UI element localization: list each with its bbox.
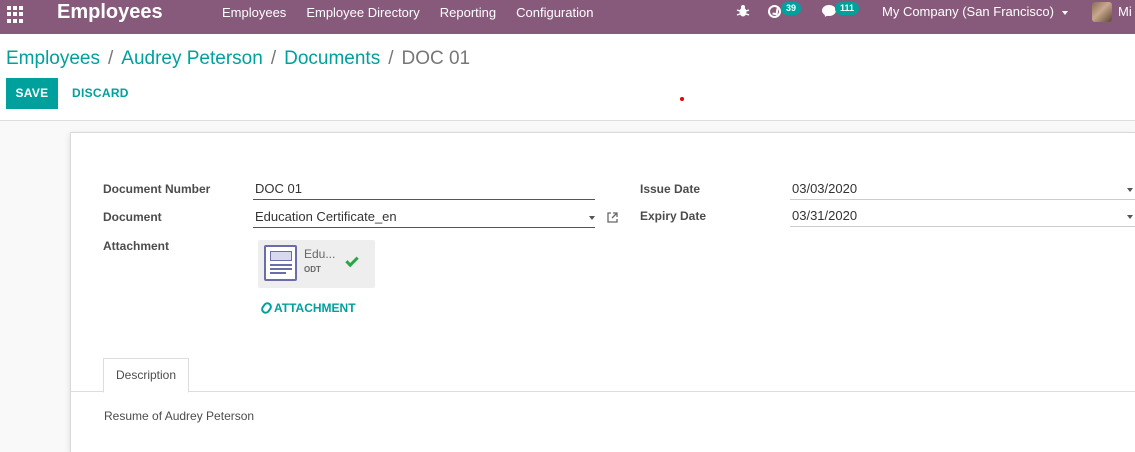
red-dot-marker — [680, 97, 684, 101]
expiry-date-input[interactable]: 03/31/2020 — [790, 205, 1135, 227]
control-panel: Employees / Audrey Peterson / Documents … — [0, 34, 1135, 121]
tab-description[interactable]: Description — [103, 358, 190, 393]
chat-icon[interactable] — [822, 5, 836, 16]
apps-grid-icon[interactable] — [7, 6, 24, 23]
message-count-badge: 111 — [835, 2, 860, 15]
user-name[interactable]: Mi — [1118, 0, 1132, 24]
activity-count-badge: 39 — [781, 2, 802, 15]
breadcrumb-documents[interactable]: Documents — [284, 47, 380, 71]
attachment-card[interactable]: Edu... ODT — [258, 240, 375, 288]
chevron-down-icon — [1061, 10, 1068, 15]
expiry-date-label: Expiry Date — [640, 209, 707, 223]
breadcrumb-separator: / — [388, 48, 394, 69]
issue-date-input[interactable]: 03/03/2020 — [790, 178, 1135, 200]
description-content[interactable]: Resume of Audrey Peterson — [104, 409, 254, 423]
notebook-tabs: Description — [71, 357, 1135, 393]
document-select[interactable]: Education Certificate_en — [253, 206, 595, 228]
breadcrumb: Employees / Audrey Peterson / Documents … — [6, 47, 470, 71]
app-title[interactable]: Employees — [57, 0, 163, 24]
menu-item-configuration[interactable]: Configuration — [506, 5, 603, 20]
attachment-extension: ODT — [304, 265, 321, 274]
check-icon — [345, 253, 359, 268]
document-number-label: Document Number — [103, 182, 211, 196]
menu-item-employees[interactable]: Employees — [212, 5, 296, 20]
breadcrumb-separator: / — [270, 48, 277, 69]
chevron-down-icon[interactable] — [589, 216, 595, 220]
save-button[interactable]: SAVE — [6, 78, 58, 109]
attachment-label: Attachment — [103, 239, 170, 253]
document-file-icon — [264, 245, 297, 281]
paperclip-icon — [259, 300, 274, 316]
menu-item-employee-directory[interactable]: Employee Directory — [296, 5, 429, 20]
main-menu: Employees Employee Directory Reporting C… — [212, 0, 603, 24]
add-attachment-label: ATTACHMENT — [274, 301, 356, 315]
document-label: Document — [103, 210, 162, 224]
attachment-name: Edu... — [304, 247, 336, 261]
bug-icon[interactable] — [736, 4, 750, 18]
add-attachment-button[interactable]: ATTACHMENT — [259, 300, 356, 316]
document-number-input[interactable]: DOC 01 — [253, 178, 595, 200]
discard-button[interactable]: DISCARD — [66, 78, 135, 109]
activity-clock-icon[interactable] — [768, 5, 781, 18]
issue-date-label: Issue Date — [640, 182, 701, 196]
company-name: My Company (San Francisco) — [882, 4, 1054, 19]
company-switcher[interactable]: My Company (San Francisco) — [882, 0, 1068, 24]
chevron-down-icon[interactable] — [1127, 215, 1133, 219]
menu-item-reporting[interactable]: Reporting — [430, 5, 506, 20]
chevron-down-icon[interactable] — [1127, 188, 1133, 192]
external-link-icon[interactable] — [606, 211, 619, 224]
top-navbar: Employees Employees Employee Directory R… — [0, 0, 1135, 34]
form-sheet: Document Number DOC 01 Document Educatio… — [70, 132, 1135, 452]
breadcrumb-audrey-peterson[interactable]: Audrey Peterson — [121, 47, 263, 71]
user-avatar[interactable] — [1092, 2, 1112, 22]
breadcrumb-separator: / — [108, 48, 114, 69]
breadcrumb-current: DOC 01 — [401, 48, 471, 69]
breadcrumb-employees[interactable]: Employees — [6, 47, 100, 71]
